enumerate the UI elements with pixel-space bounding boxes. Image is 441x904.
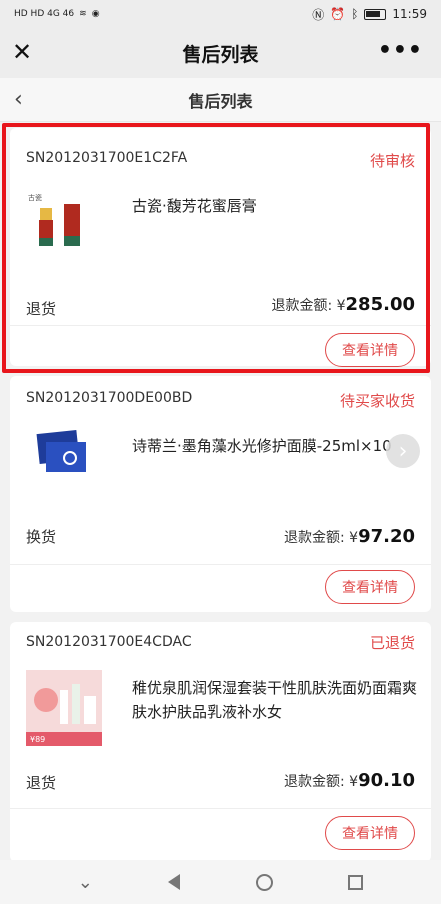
order-sn: SN2012031700E1C2FA xyxy=(26,150,188,166)
refund-label: 退款金额: ¥ xyxy=(271,298,346,314)
page-nav: ‹ 售后列表 xyxy=(0,78,441,122)
refund-value: 90.10 xyxy=(358,770,415,791)
system-nav-bar: ⌄ xyxy=(0,860,441,904)
wifi-icon: ≋ xyxy=(79,9,87,19)
svg-text:古瓷: 古瓷 xyxy=(28,193,42,202)
close-icon[interactable]: ✕ xyxy=(12,40,36,64)
mask-image[interactable] xyxy=(26,416,102,492)
view-detail-button[interactable]: 查看详情 xyxy=(325,570,415,604)
status-right: Ⓝ ⏰ ᛒ 11:59 xyxy=(312,6,427,23)
after-sale-type: 退货 xyxy=(26,300,57,318)
view-detail-button[interactable]: 查看详情 xyxy=(325,816,415,850)
status-bar: HD HD 4G 46 ≋ ◉ Ⓝ ⏰ ᛒ 11:59 xyxy=(0,0,441,28)
product-name[interactable]: 稚优泉肌润保湿套装干性肌肤洗面奶面霜爽肤水护肤品乳液补水女 xyxy=(132,676,422,724)
back-triangle-icon[interactable] xyxy=(168,874,181,890)
eye-icon: ◉ xyxy=(91,9,100,19)
refund-value: 97.20 xyxy=(358,526,415,547)
home-icon[interactable] xyxy=(255,873,273,891)
divider xyxy=(10,325,431,326)
order-card: SN2012031700E1C2FA 待审核 古瓷 古瓷·馥芳花蜜唇膏 退货 退… xyxy=(10,128,431,367)
order-status: 待审核 xyxy=(369,152,415,170)
svg-text:¥89: ¥89 xyxy=(30,735,45,744)
refund-value: 285.00 xyxy=(345,294,415,315)
after-sale-type: 换货 xyxy=(26,528,57,546)
wechat-header: ✕ 售后列表 ••• xyxy=(0,28,441,78)
recents-icon[interactable] xyxy=(348,874,364,890)
nfc-icon: Ⓝ xyxy=(312,7,325,22)
order-status: 已退货 xyxy=(369,634,415,652)
divider xyxy=(10,808,431,809)
battery-icon xyxy=(364,8,387,20)
order-status: 待买家收货 xyxy=(339,392,415,410)
lipstick-image[interactable]: 古瓷 xyxy=(26,186,102,262)
status-left: HD HD 4G 46 ≋ ◉ xyxy=(14,9,100,19)
order-sn: SN2012031700DE00BD xyxy=(26,390,193,406)
back-icon[interactable]: ‹ xyxy=(14,87,23,112)
refund-amount: 退款金额: ¥285.00 xyxy=(271,294,415,315)
header-title: 售后列表 xyxy=(182,43,259,66)
after-sale-type: 退货 xyxy=(26,774,57,792)
network-indicators: HD HD 4G 46 xyxy=(14,9,75,19)
divider xyxy=(10,564,431,565)
clock: 11:59 xyxy=(392,7,427,21)
chevron-down-icon[interactable]: ⌄ xyxy=(78,872,93,893)
chevron-right-icon[interactable]: › xyxy=(386,434,420,468)
order-card: SN2012031700E4CDAC 已退货 ¥89 稚优泉肌润保湿套装干性肌肤… xyxy=(10,622,431,860)
product-name[interactable]: 古瓷·馥芳花蜜唇膏 xyxy=(132,194,422,218)
refund-amount: 退款金额: ¥97.20 xyxy=(284,526,415,547)
bluetooth-icon: ᛒ xyxy=(351,7,359,21)
page-title: 售后列表 xyxy=(188,91,253,111)
order-card: SN2012031700DE00BD 待买家收货 诗蒂兰·墨角藻水光修护面膜-2… xyxy=(10,376,431,612)
order-sn: SN2012031700E4CDAC xyxy=(26,634,192,650)
more-icon[interactable]: ••• xyxy=(378,38,423,63)
product-name[interactable]: 诗蒂兰·墨角藻水光修护面膜-25ml×10 xyxy=(132,434,422,458)
view-detail-button[interactable]: 查看详情 xyxy=(325,333,415,367)
refund-label: 退款金额: ¥ xyxy=(283,530,359,546)
skincare-set-image[interactable]: ¥89 xyxy=(26,670,102,746)
alarm-icon: ⏰ xyxy=(330,7,346,21)
refund-label: 退款金额: ¥ xyxy=(283,774,359,790)
refund-amount: 退款金额: ¥90.10 xyxy=(284,770,415,791)
after-sales-list[interactable]: SN2012031700E1C2FA 待审核 古瓷 古瓷·馥芳花蜜唇膏 退货 退… xyxy=(0,122,441,860)
